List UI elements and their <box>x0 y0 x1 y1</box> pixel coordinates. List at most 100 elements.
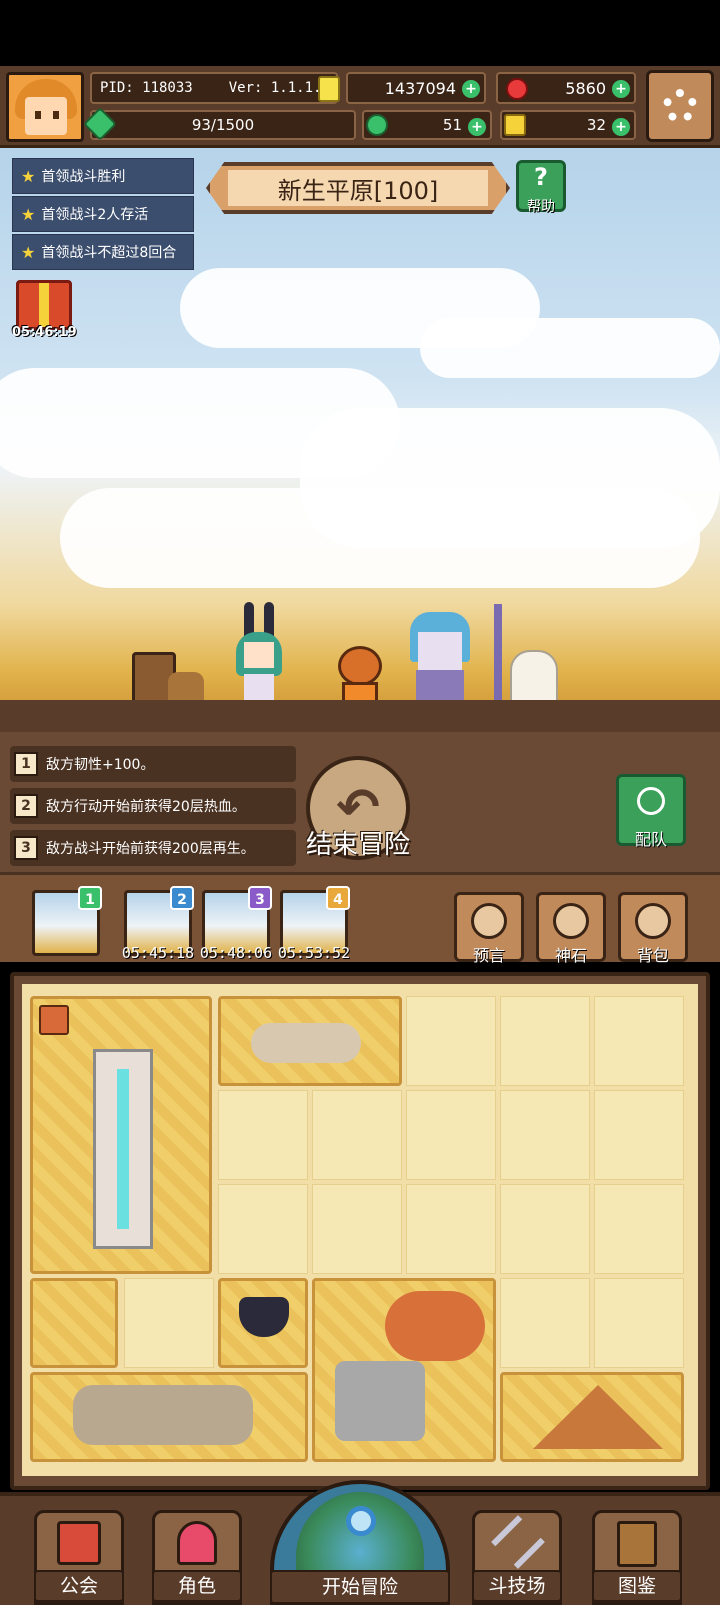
player-avatar[interactable] <box>6 72 84 142</box>
modifier-row: 2 敌方行动开始前获得20层热血。 <box>10 788 296 824</box>
end-adventure-label: 结束冒险 <box>305 830 410 860</box>
quest-label: 首领战斗2人存活 <box>41 207 149 223</box>
gift-timer: 05:46:19 <box>12 325 77 340</box>
dirt-mound-tile[interactable] <box>500 1372 684 1462</box>
grid-cell[interactable] <box>594 1090 684 1180</box>
grid-cell[interactable] <box>500 1090 590 1180</box>
backpack-icon <box>635 903 671 939</box>
add-gem-icon[interactable]: + <box>612 80 630 98</box>
modifier-number: 3 <box>14 836 38 860</box>
team-setup-label: 配队 <box>634 830 667 849</box>
tree-monument-tile[interactable] <box>30 996 212 1274</box>
clover-value: 51 <box>442 116 462 134</box>
grid-cell[interactable] <box>406 1184 496 1274</box>
start-adventure-label: 开始冒险 <box>270 1570 450 1604</box>
quest-item: ★ 首领战斗2人存活 <box>12 196 194 232</box>
white-hair-knight-character[interactable] <box>410 612 470 712</box>
key-icon <box>504 114 526 136</box>
nav-codex-label: 图鉴 <box>592 1570 682 1602</box>
spear <box>494 604 502 712</box>
stage-name: 新生平原[100] <box>228 170 488 206</box>
rock-icon <box>335 1361 425 1441</box>
star-icon: ★ <box>21 242 36 262</box>
bunny-girl-character[interactable] <box>234 602 284 712</box>
grass-tile[interactable] <box>30 1278 118 1368</box>
pid-version-strip: PID: 118033 Ver: 1.1.1.3 <box>90 72 338 104</box>
prophecy-label: 预言 <box>472 946 505 965</box>
quest-item: ★ 首领战斗不超过8回合 <box>12 234 194 270</box>
exp-bar: 93/1500 <box>90 110 356 140</box>
grid-cell[interactable] <box>312 1184 402 1274</box>
red-gem-icon <box>506 78 528 100</box>
gold-value: 1437094 <box>384 78 456 98</box>
cauldron-tile[interactable] <box>218 1278 308 1368</box>
ground-strip <box>0 700 720 732</box>
modifier-text: 敌方战斗开始前获得200层再生。 <box>46 841 255 857</box>
dirt-mound-icon <box>533 1385 663 1449</box>
exp-value: 93/1500 <box>191 116 255 134</box>
gold-counter: 1437094 + <box>346 72 486 104</box>
stage-slot-bar <box>0 872 720 962</box>
slot-number-badge: 1 <box>78 886 102 910</box>
nav-character-label: 角色 <box>152 1570 242 1602</box>
autumn-tree-tile[interactable] <box>312 1278 496 1462</box>
settings-button[interactable] <box>646 70 714 142</box>
header-panel: PID: 118033 Ver: 1.1.1.3 1437094 + 5860 … <box>0 66 720 148</box>
quest-label: 首领战斗胜利 <box>41 169 126 185</box>
grid-cell[interactable] <box>406 1090 496 1180</box>
gem-value: 5860 <box>565 78 606 98</box>
grid-cell[interactable] <box>500 1184 590 1274</box>
magnifier-icon <box>346 1506 376 1536</box>
modifier-text: 敌方韧性+100。 <box>46 757 155 773</box>
grid-cell[interactable] <box>594 996 684 1086</box>
slot-timer: 05:45:18 <box>121 944 195 962</box>
skull-icon <box>251 1023 361 1063</box>
star-icon: ★ <box>21 166 36 186</box>
grid-cell[interactable] <box>594 1184 684 1274</box>
ram-skull-tile[interactable] <box>218 996 402 1086</box>
slot-number-badge: 4 <box>326 886 350 910</box>
rock-bones-tile[interactable] <box>30 1372 308 1462</box>
team-icon <box>637 787 665 815</box>
gear-icon <box>663 89 697 123</box>
add-gold-icon[interactable]: + <box>462 80 480 98</box>
star-icon: ★ <box>21 204 36 224</box>
gift-box-icon[interactable] <box>16 280 72 330</box>
rock-pile-icon <box>73 1385 253 1445</box>
modifier-row: 1 敌方韧性+100。 <box>10 746 296 782</box>
godstone-icon <box>553 903 589 939</box>
character-portrait-icon <box>177 1521 217 1565</box>
slot-timer: 05:48:06 <box>199 944 273 962</box>
add-clover-icon[interactable]: + <box>468 118 486 136</box>
clover-icon <box>366 114 388 136</box>
key-value: 32 <box>586 116 606 134</box>
grid-cell[interactable] <box>406 996 496 1086</box>
modifier-row: 3 敌方战斗开始前获得200层再生。 <box>10 830 296 866</box>
grid-cell[interactable] <box>594 1278 684 1368</box>
grid-cell[interactable] <box>218 1184 308 1274</box>
version-text: Ver: 1.1.1.3 <box>228 80 330 96</box>
godstone-label: 神石 <box>554 946 587 965</box>
modifier-number: 1 <box>14 752 38 776</box>
modifier-text: 敌方行动开始前获得20层热血。 <box>46 799 246 815</box>
grid-cell[interactable] <box>500 996 590 1086</box>
slot-number-badge: 2 <box>170 886 194 910</box>
quest-label: 首领战斗不超过8回合 <box>41 245 177 261</box>
pid-text: PID: 118033 <box>100 80 193 96</box>
grid-cell[interactable] <box>500 1278 590 1368</box>
gold-coin-icon <box>318 76 340 102</box>
slot-timer: 05:53:52 <box>277 944 351 962</box>
modifier-number: 2 <box>14 794 38 818</box>
grid-cell[interactable] <box>124 1278 214 1368</box>
guild-house-icon <box>57 1521 101 1565</box>
nav-guild-label: 公会 <box>34 1570 124 1602</box>
glow-rune <box>117 1069 129 1229</box>
grid-cell[interactable] <box>312 1090 402 1180</box>
grid-cell[interactable] <box>218 1090 308 1180</box>
status-bar <box>0 0 720 66</box>
question-icon: ? <box>534 163 548 191</box>
backpack-label: 背包 <box>636 946 669 965</box>
cauldron-icon <box>239 1297 289 1337</box>
crossed-swords-icon <box>491 1515 545 1569</box>
add-key-icon[interactable]: + <box>612 118 630 136</box>
